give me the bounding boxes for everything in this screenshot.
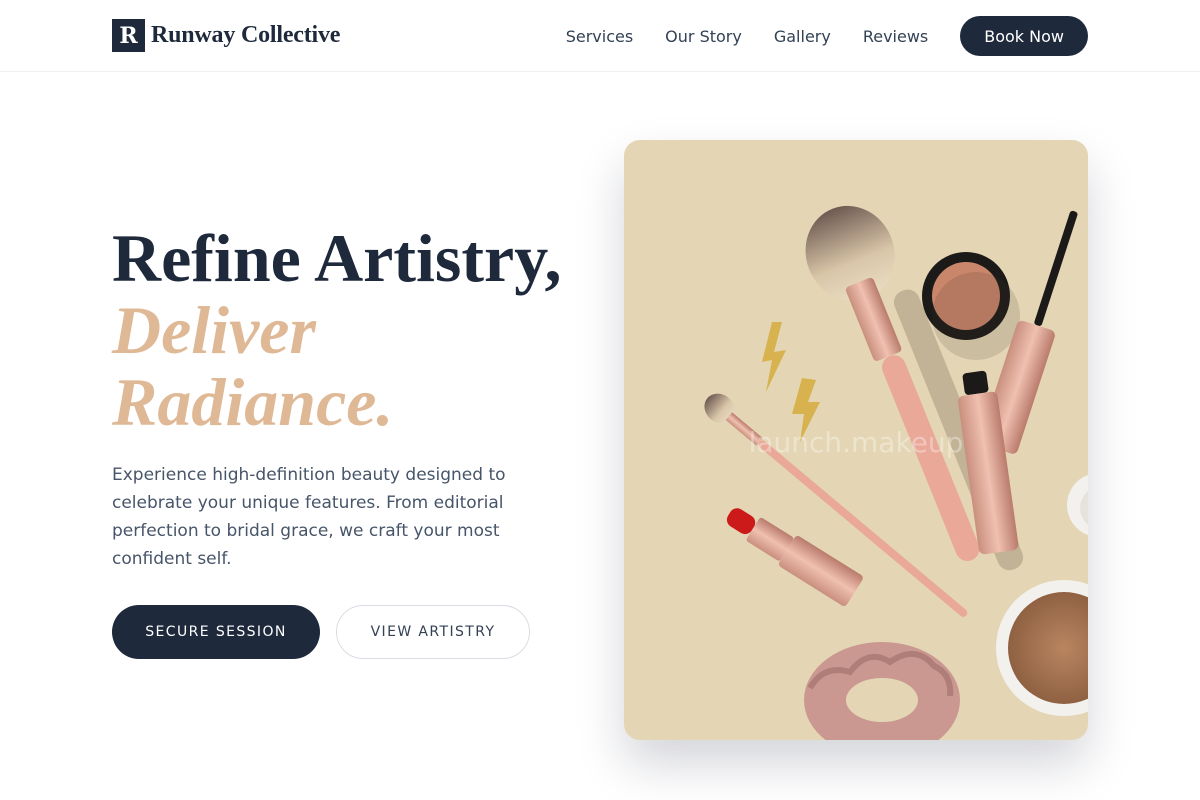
secure-session-button[interactable]: SECURE SESSION xyxy=(112,605,320,659)
hero-title: Refine Artistry, Deliver Radiance. xyxy=(112,222,582,438)
brand-logo[interactable]: R Runway Collective xyxy=(112,19,340,52)
view-artistry-button[interactable]: VIEW ARTISTRY xyxy=(336,605,530,659)
nav-reviews[interactable]: Reviews xyxy=(863,27,928,46)
hero-description: Experience high-definition beauty design… xyxy=(112,465,506,569)
nav-our-story[interactable]: Our Story xyxy=(665,27,742,46)
book-now-button[interactable]: Book Now xyxy=(960,16,1088,56)
hero-title-line1: Refine Artistry, xyxy=(112,220,562,296)
makeup-illustration: launch.makeup xyxy=(704,205,1088,740)
brand-name: Runway Collective xyxy=(151,22,341,48)
nav-gallery[interactable]: Gallery xyxy=(774,27,831,46)
main-nav: Services Our Story Gallery Reviews Book … xyxy=(566,16,1088,56)
hero-title-line3: Radiance. xyxy=(112,364,394,440)
image-watermark: launch.makeup xyxy=(749,426,964,459)
hero-image-makeup-flatlay: launch.makeup xyxy=(624,140,1088,740)
hero-title-line2: Deliver xyxy=(112,292,316,368)
logo-mark: R xyxy=(112,19,145,52)
nav-services[interactable]: Services xyxy=(566,27,633,46)
site-header: R Runway Collective Services Our Story G… xyxy=(0,0,1200,72)
